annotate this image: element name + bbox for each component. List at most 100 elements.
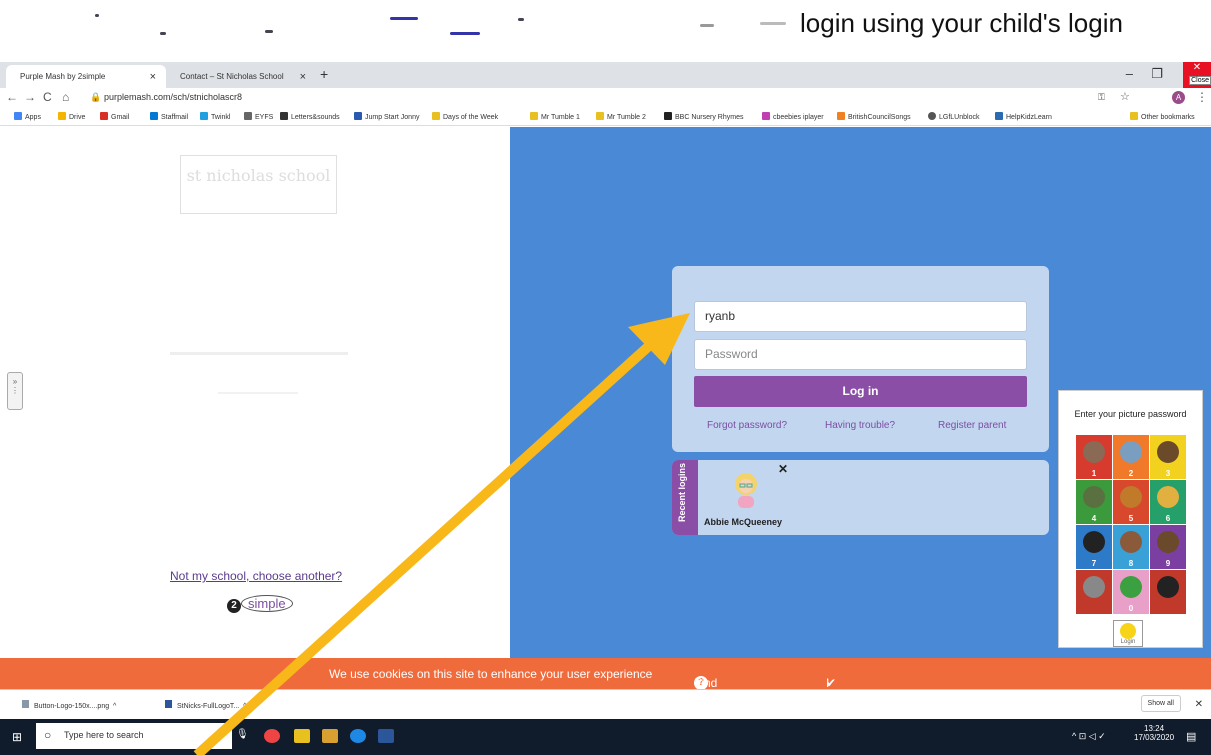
microphone-icon[interactable]: 🎙: [236, 729, 249, 740]
picture-cell[interactable]: [1076, 570, 1112, 614]
animal-icon: [1120, 531, 1142, 553]
file-explorer-icon[interactable]: [294, 729, 310, 743]
windows-start-icon[interactable]: ⊞: [12, 730, 22, 744]
school-panel: st nicholas school » ⋮ Not my school, cho…: [0, 127, 510, 658]
forward-icon[interactable]: →: [24, 90, 36, 104]
close-downloads-icon[interactable]: ✕: [1195, 699, 1203, 710]
picture-cell[interactable]: [1150, 570, 1186, 614]
choose-another-school-link[interactable]: Not my school, choose another?: [170, 569, 342, 583]
new-tab-button[interactable]: +: [320, 66, 328, 82]
picture-cell[interactable]: 9: [1150, 525, 1186, 569]
system-tray-icons[interactable]: ^ ⊡ ◁ ✓: [1072, 731, 1106, 742]
recent-user-name: Abbie McQueeney: [704, 517, 783, 527]
school-logo: st nicholas school: [180, 155, 337, 214]
picture-cell[interactable]: 8: [1113, 525, 1149, 569]
picture-password-title: Enter your picture password: [1074, 409, 1187, 419]
password-field[interactable]: Password: [694, 339, 1027, 370]
tab-close-icon[interactable]: ×: [300, 71, 306, 83]
reload-icon[interactable]: C: [43, 90, 52, 104]
picture-cell-number: 2: [1128, 469, 1134, 478]
bookmark-mr-tumble-1[interactable]: Mr Tumble 1: [530, 112, 580, 121]
url-field[interactable]: purplemash.com/sch/stnicholascr8: [104, 92, 242, 102]
picture-cell-number: 9: [1165, 559, 1171, 568]
browser-tabstrip: Purple Mash by 2simple × Contact – St Ni…: [0, 62, 1211, 88]
animal-icon: [1157, 486, 1179, 508]
cookie-message: We use cookies on this site to enhance y…: [329, 667, 653, 681]
bookmark-bbc-nursery[interactable]: BBC Nursery Rhymes: [664, 112, 743, 121]
picture-cell[interactable]: 1: [1076, 435, 1112, 479]
app-icon[interactable]: [322, 729, 338, 743]
bookmark-lgfl[interactable]: LGfLUnblock: [928, 112, 979, 121]
picture-cell[interactable]: 7: [1076, 525, 1112, 569]
bookmark-letters-sounds[interactable]: Letters&sounds: [280, 112, 340, 121]
remove-recent-icon[interactable]: ✕: [778, 462, 788, 476]
picture-cell[interactable]: 4: [1076, 480, 1112, 524]
login-button[interactable]: Log in: [694, 376, 1027, 407]
animal-icon: [1157, 531, 1179, 553]
username-field[interactable]: ryanb: [694, 301, 1027, 332]
bookmark-staffmail[interactable]: Staffmail: [150, 112, 188, 121]
picture-cell[interactable]: 0: [1113, 570, 1149, 614]
user-avatar-icon[interactable]: [732, 470, 760, 510]
login-form: ryanb Password Log in Forgot password? H…: [672, 266, 1049, 452]
tab-label: Purple Mash by 2simple: [20, 72, 106, 81]
menu-icon[interactable]: ⋮: [1196, 90, 1208, 104]
animal-icon: [1120, 576, 1142, 598]
restore-icon[interactable]: ❐: [1151, 66, 1163, 82]
picture-cell-number: 6: [1165, 514, 1171, 523]
picture-cell[interactable]: 2: [1113, 435, 1149, 479]
bookmark-days-of-week[interactable]: Days of the Week: [432, 112, 498, 121]
clock[interactable]: 13:24 17/03/2020: [1134, 724, 1174, 742]
bookmark-other[interactable]: Other bookmarks: [1130, 112, 1195, 121]
tab-close-icon[interactable]: ×: [150, 71, 156, 83]
tab-label: Contact – St Nicholas School: [180, 72, 284, 81]
chrome-icon[interactable]: [264, 729, 280, 743]
bookmark-apps[interactable]: Apps: [14, 112, 41, 121]
bookmark-mr-tumble-2[interactable]: Mr Tumble 2: [596, 112, 646, 121]
bookmark-jump-start-jonny[interactable]: Jump Start Jonny: [354, 112, 419, 121]
animal-icon: [1157, 441, 1179, 463]
download-item[interactable]: Button-Logo-150x....png ^: [22, 700, 116, 710]
smiley-icon: [1120, 623, 1136, 639]
window-close-button[interactable]: ✕ Close: [1183, 62, 1211, 88]
having-trouble-link[interactable]: Having trouble?: [825, 420, 895, 431]
profile-avatar[interactable]: A: [1172, 91, 1185, 104]
recent-logins: Recent logins ✕ Abbie McQueeney: [672, 460, 1049, 535]
tab-contact[interactable]: Contact – St Nicholas School ×: [166, 65, 316, 88]
picture-cell[interactable]: 5: [1113, 480, 1149, 524]
bookmark-cbeebies[interactable]: cbeebies iplayer: [762, 112, 824, 121]
forgot-password-link[interactable]: Forgot password?: [707, 420, 787, 431]
bookmark-helpkidzlearn[interactable]: HelpKidzLearn: [995, 112, 1052, 121]
picture-cell-number: 0: [1128, 604, 1134, 613]
picture-cell[interactable]: 3: [1150, 435, 1186, 479]
taskbar-search[interactable]: ○ Type here to search: [36, 723, 232, 749]
back-icon[interactable]: ←: [6, 90, 18, 104]
key-icon[interactable]: ⚿: [1098, 92, 1105, 103]
animal-icon: [1120, 486, 1142, 508]
notifications-icon[interactable]: ▤: [1186, 730, 1196, 743]
download-item[interactable]: StNicks-FullLogoT... ^: [165, 700, 246, 710]
animal-icon: [1083, 441, 1105, 463]
skype-icon[interactable]: [350, 729, 366, 743]
word-icon[interactable]: [378, 729, 394, 743]
picture-cell[interactable]: 6: [1150, 480, 1186, 524]
star-icon[interactable]: ☆: [1120, 90, 1130, 103]
bookmark-eyfs[interactable]: EYFS: [244, 112, 273, 121]
minimize-icon[interactable]: –: [1126, 66, 1133, 81]
tab-purple-mash[interactable]: Purple Mash by 2simple ×: [6, 65, 166, 88]
register-parent-link[interactable]: Register parent: [938, 420, 1006, 431]
picture-login-button[interactable]: Login: [1113, 620, 1143, 647]
home-icon[interactable]: ⌂: [62, 90, 69, 104]
bookmark-british-council[interactable]: BritishCouncilSongs: [837, 112, 911, 121]
cookie-banner: We use cookies on this site to enhance y…: [0, 658, 1211, 718]
animal-icon: [1083, 531, 1105, 553]
picture-cell-number: 5: [1128, 514, 1134, 523]
bookmarks-bar: Apps Drive Gmail Staffmail Twinkl EYFS L…: [0, 108, 1211, 126]
bookmark-gmail[interactable]: Gmail: [100, 112, 129, 121]
bookmark-twinkl[interactable]: Twinkl: [200, 112, 230, 121]
caption-text: login using your child's login: [800, 8, 1123, 38]
picture-password-panel: Enter your picture password 1 2 3 4 5 6 7 8 9 0 L…: [1058, 390, 1203, 648]
bookmark-drive[interactable]: Drive: [58, 112, 85, 121]
side-panel-handle[interactable]: » ⋮: [7, 372, 23, 410]
show-all-button[interactable]: Show all: [1140, 695, 1181, 712]
